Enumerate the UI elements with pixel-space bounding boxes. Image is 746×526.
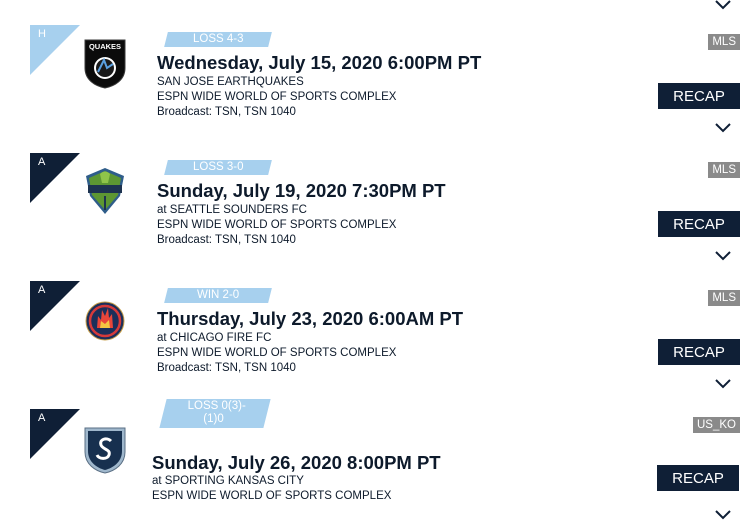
crest-text: QUAKES	[89, 42, 121, 51]
match-row: A WIN 2-0 Thursday, July 23, 2020 6:00AM…	[0, 256, 746, 389]
match-row: A LOSS 0(3)- (1)0 Sunday, July 26, 2020 …	[0, 384, 746, 526]
sounders-crest-icon	[86, 168, 124, 214]
recap-button[interactable]: RECAP	[658, 339, 740, 365]
match-row: A LOSS 3-0 Sunday, July 19, 2020 7:30PM …	[0, 128, 746, 261]
result-badge: LOSS 3-0	[164, 160, 272, 175]
venue-letter: H	[38, 28, 46, 40]
match-date: Sunday, July 19, 2020 7:30PM PT	[157, 180, 446, 201]
broadcast: Broadcast: TSN, TSN 1040	[157, 106, 296, 118]
venue-letter: A	[38, 156, 46, 168]
stadium: ESPN WIDE WORLD OF SPORTS COMPLEX	[157, 219, 397, 231]
recap-button[interactable]: RECAP	[658, 211, 740, 237]
chevron-down-icon[interactable]	[715, 510, 731, 520]
league-badge: MLS	[708, 34, 740, 50]
league-badge: MLS	[708, 162, 740, 178]
match-date: Wednesday, July 15, 2020 6:00PM PT	[157, 52, 482, 73]
recap-button[interactable]: RECAP	[657, 465, 739, 491]
venue-indicator: A	[30, 409, 80, 459]
opponent: at CHICAGO FIRE FC	[157, 332, 272, 344]
opponent: at SPORTING KANSAS CITY	[152, 475, 304, 487]
venue-letter: A	[38, 412, 46, 424]
result-badge: LOSS 4-3	[164, 32, 272, 47]
broadcast: Broadcast: TSN, TSN 1040	[157, 362, 296, 374]
stadium: ESPN WIDE WORLD OF SPORTS COMPLEX	[157, 91, 397, 103]
match-date: Thursday, July 23, 2020 6:00AM PT	[157, 308, 464, 329]
venue-letter: A	[38, 284, 46, 296]
quakes-crest-icon: QUAKES	[84, 39, 126, 89]
match-date: Sunday, July 26, 2020 8:00PM PT	[152, 452, 441, 473]
venue-indicator: H	[30, 25, 80, 75]
venue-indicator: A	[30, 153, 80, 203]
opponent: SAN JOSE EARTHQUAKES	[157, 76, 304, 88]
result-badge: LOSS 0(3)- (1)0	[159, 399, 271, 428]
venue-indicator: A	[30, 281, 80, 331]
opponent: at SEATTLE SOUNDERS FC	[157, 204, 307, 216]
chicago-fire-crest-icon	[85, 301, 125, 341]
league-badge: US_KO	[693, 417, 740, 433]
result-badge: WIN 2-0	[164, 288, 272, 303]
stadium: ESPN WIDE WORLD OF SPORTS COMPLEX	[157, 347, 397, 359]
sporting-kc-crest-icon	[84, 427, 126, 474]
recap-button[interactable]: RECAP	[658, 83, 740, 109]
match-row: H QUAKES LOSS 4-3 Wednesday, July 15, 20…	[0, 0, 746, 133]
broadcast: Broadcast: TSN, TSN 1040	[157, 234, 296, 246]
league-badge: MLS	[708, 290, 740, 306]
stadium: ESPN WIDE WORLD OF SPORTS COMPLEX	[152, 490, 392, 502]
